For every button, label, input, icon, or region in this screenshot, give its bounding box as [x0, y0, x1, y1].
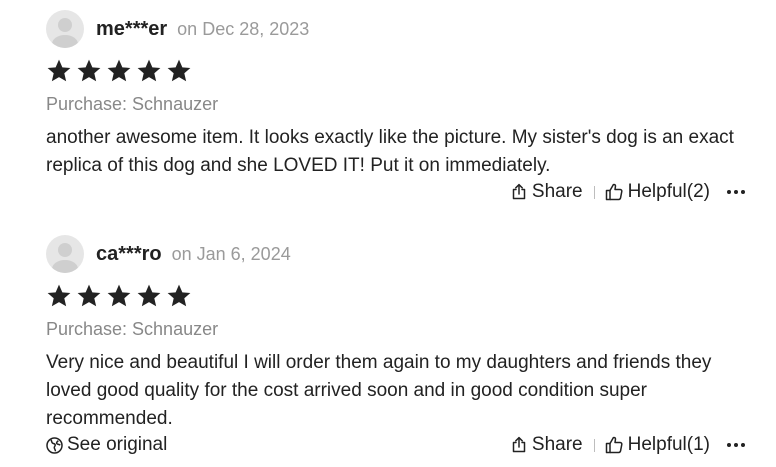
review-actions: Share Helpful(2) [510, 181, 746, 203]
share-button[interactable]: Share [510, 181, 583, 203]
divider [593, 185, 595, 199]
reviewer-name: me***er [96, 17, 168, 40]
helpful-label: Helpful(1) [627, 434, 710, 455]
share-icon [512, 436, 526, 453]
star-icon [167, 284, 191, 307]
avatar [46, 235, 84, 273]
avatar [46, 10, 84, 48]
helpful-button[interactable]: Helpful(2) [605, 181, 710, 203]
thumbs-up-icon [605, 436, 623, 454]
more-options-button[interactable] [726, 442, 746, 448]
helpful-button[interactable]: Helpful(1) [605, 434, 710, 456]
star-icon [77, 59, 101, 82]
review-actions: Share Helpful(1) [510, 434, 746, 456]
share-label: Share [531, 181, 583, 202]
star-icon [107, 59, 131, 82]
review-date: on Jan 6, 2024 [171, 243, 291, 264]
user-silhouette-icon [52, 243, 78, 273]
star-icon [107, 284, 131, 307]
more-dots-icon [727, 190, 745, 194]
review-text: another awesome item. It looks exactly l… [46, 127, 734, 176]
see-original-button[interactable]: See original [46, 434, 167, 456]
purchase-variant: Purchase: Schnauzer [46, 319, 219, 339]
review-date: on Dec 28, 2023 [177, 18, 310, 39]
globe-icon [46, 436, 63, 454]
star-icon [167, 59, 191, 82]
share-label: Share [531, 434, 583, 455]
share-button[interactable]: Share [510, 434, 583, 456]
user-silhouette-icon [52, 18, 78, 48]
star-icon [47, 59, 71, 82]
share-icon [512, 183, 526, 200]
star-icon [47, 284, 71, 307]
helpful-label: Helpful(2) [627, 181, 710, 202]
star-icon [137, 284, 161, 307]
review-item: me***er on Dec 28, 2023 Purchase: Schnau… [46, 10, 746, 210]
review-item: ca***ro on Jan 6, 2024 Purchase: Schnauz… [46, 235, 746, 465]
reviewer-name: ca***ro [96, 242, 162, 265]
see-original-label: See original [67, 434, 168, 455]
more-dots-icon [727, 443, 745, 447]
star-icon [137, 59, 161, 82]
purchase-variant: Purchase: Schnauzer [46, 94, 219, 114]
review-header: ca***ro on Jan 6, 2024 [46, 235, 291, 273]
star-icon [77, 284, 101, 307]
more-options-button[interactable] [726, 189, 746, 195]
review-text: Very nice and beautiful I will order the… [46, 352, 712, 429]
thumbs-up-icon [605, 183, 623, 201]
star-rating [46, 58, 192, 84]
divider [593, 438, 595, 452]
review-header: me***er on Dec 28, 2023 [46, 10, 309, 48]
star-rating [46, 283, 192, 309]
